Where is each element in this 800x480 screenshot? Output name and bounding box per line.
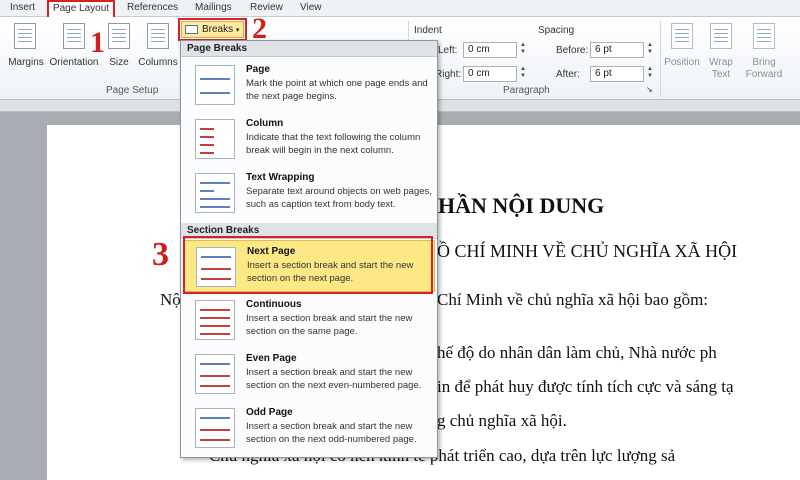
spacing-after-field[interactable]: 6 pt [590, 66, 644, 82]
indent-right-spinner[interactable]: ▲ ▼ [518, 66, 528, 82]
page-break-icon [195, 65, 235, 105]
group-divider [660, 21, 661, 97]
doc-line-4: g chủ nghĩa xã hội. [437, 411, 567, 430]
wrap-text-icon [710, 23, 732, 49]
doc-heading-1: HẦN NỘI DUNG [438, 193, 605, 218]
tab-view[interactable]: View [300, 2, 322, 16]
spacing-label: Spacing [538, 25, 575, 36]
columns-icon [147, 23, 169, 49]
tab-references[interactable]: References [127, 2, 178, 16]
spacing-after-spinner[interactable]: ▲ ▼ [645, 66, 655, 82]
odd-page-break-icon [195, 408, 235, 448]
break-page-item[interactable]: Page Mark the point at which one page en… [183, 59, 435, 111]
break-continuous-item[interactable]: Continuous Insert a section break and st… [183, 294, 435, 346]
indent-right-field[interactable]: 0 cm [463, 66, 517, 82]
doc-line-1-right: Chí Minh về chủ nghĩa xã hội bao gồm: [437, 290, 709, 309]
after-label: After: [556, 69, 580, 80]
break-column-item[interactable]: Column Indicate that the text following … [183, 113, 435, 165]
break-even-page-item[interactable]: Even Page Insert a section break and sta… [183, 348, 435, 400]
orientation-icon [63, 23, 85, 49]
even-page-break-icon [195, 354, 235, 394]
callout-number-2: 2 [252, 12, 267, 45]
tab-mailings[interactable]: Mailings [195, 2, 232, 16]
indent-left-field[interactable]: 0 cm [463, 42, 517, 58]
callout-number-1: 1 [90, 26, 105, 59]
bring-forward-icon [753, 23, 775, 49]
margins-icon [14, 23, 36, 49]
doc-line-2: hế độ do nhân dân làm chủ, Nhà nước ph [437, 343, 717, 362]
callout-number-3: 3 [152, 236, 169, 273]
paragraph-group-label: Paragraph [503, 85, 550, 96]
ribbon-tabs: Insert Page Layout References Mailings R… [0, 0, 800, 18]
dialog-launcher-icon[interactable]: ↘ [646, 85, 653, 94]
spacing-before-field[interactable]: 6 pt [590, 42, 644, 58]
doc-line-1-left: Nộ [160, 290, 181, 309]
highlight-box-3 [183, 236, 433, 294]
page-breaks-header: Page Breaks [181, 41, 437, 57]
indent-left-spinner[interactable]: ▲ ▼ [518, 42, 528, 58]
page-setup-group-label: Page Setup [106, 85, 159, 96]
position-icon [671, 23, 693, 49]
break-odd-page-item[interactable]: Odd Page Insert a section break and star… [183, 402, 435, 454]
spacing-before-spinner[interactable]: ▲ ▼ [645, 42, 655, 58]
before-label: Before: [556, 45, 589, 56]
indent-right-label: Right: [435, 69, 462, 80]
doc-heading-2: Ồ CHÍ MINH VỀ CHỦ NGHĨA XÃ HỘI [437, 241, 738, 261]
highlight-box-2 [178, 18, 247, 41]
column-break-icon [195, 119, 235, 159]
doc-line-3: in để phát huy được tính tích cực và sán… [437, 377, 734, 396]
tab-insert[interactable]: Insert [10, 2, 35, 16]
indent-label: Indent [414, 25, 442, 36]
break-text-wrapping-item[interactable]: Text Wrapping Separate text around objec… [183, 167, 435, 219]
text-wrapping-break-icon [195, 173, 235, 213]
continuous-break-icon [195, 300, 235, 340]
margins-button[interactable]: Margins [6, 19, 46, 81]
indent-left-label: Left: [438, 45, 458, 56]
columns-button[interactable]: Columns [136, 19, 180, 81]
size-button[interactable]: Size [104, 19, 134, 81]
size-icon [108, 23, 130, 49]
